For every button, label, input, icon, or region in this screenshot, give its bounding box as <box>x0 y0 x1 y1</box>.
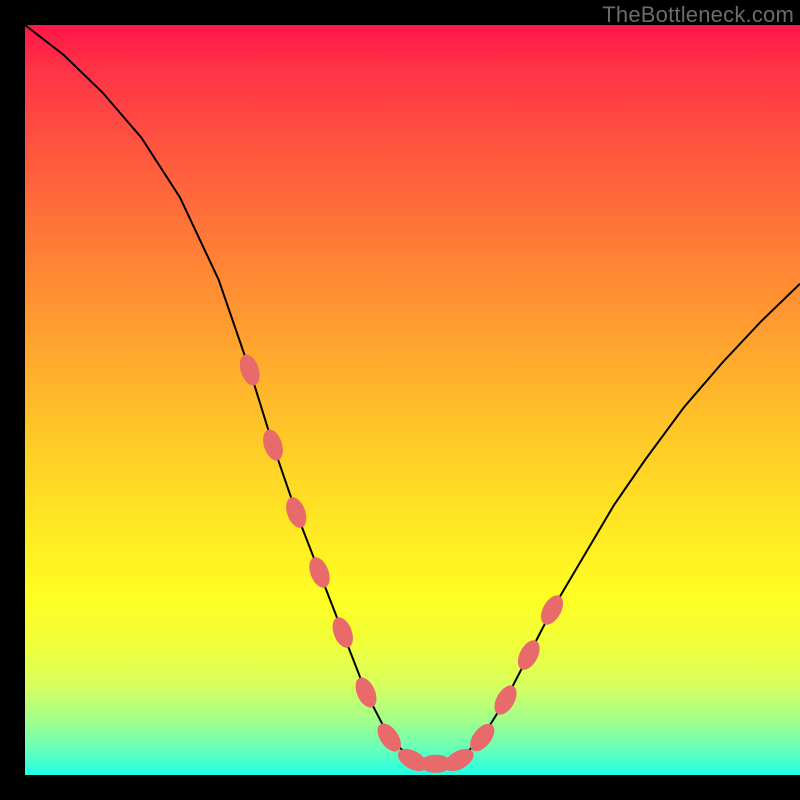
curve-marker <box>282 494 310 530</box>
curve-marker <box>490 682 521 719</box>
curve-marker <box>536 592 567 629</box>
marker-group <box>236 352 567 775</box>
curve-marker <box>513 637 544 674</box>
chart-svg <box>25 25 800 775</box>
plot-frame: TheBottleneck.com <box>25 0 800 775</box>
curve-marker <box>236 352 263 388</box>
curve-marker <box>305 554 333 590</box>
curve-marker <box>351 674 380 711</box>
curve-line <box>25 25 800 764</box>
plot-area <box>25 25 800 775</box>
curve-marker <box>259 427 286 463</box>
curve-marker <box>329 614 357 650</box>
